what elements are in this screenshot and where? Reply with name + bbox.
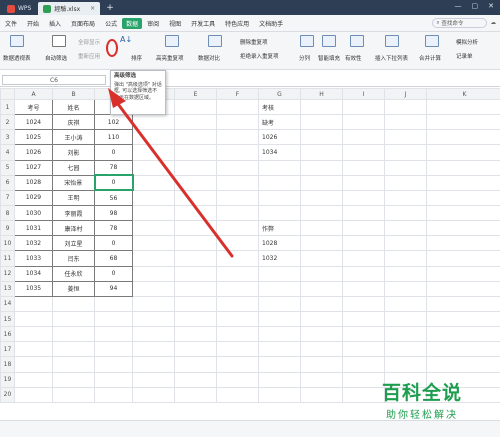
watermark-title: 百科全说 <box>381 382 462 404</box>
annotation-arrow <box>106 39 234 258</box>
watermark-subtitle: 助你轻松解决 <box>386 410 458 421</box>
status-bar <box>0 420 500 437</box>
arrow-head <box>108 88 126 108</box>
arrow-shaft <box>113 98 234 258</box>
watermark: 百科全说 助你轻松解决 <box>352 378 492 421</box>
annotation-circle <box>106 39 118 57</box>
